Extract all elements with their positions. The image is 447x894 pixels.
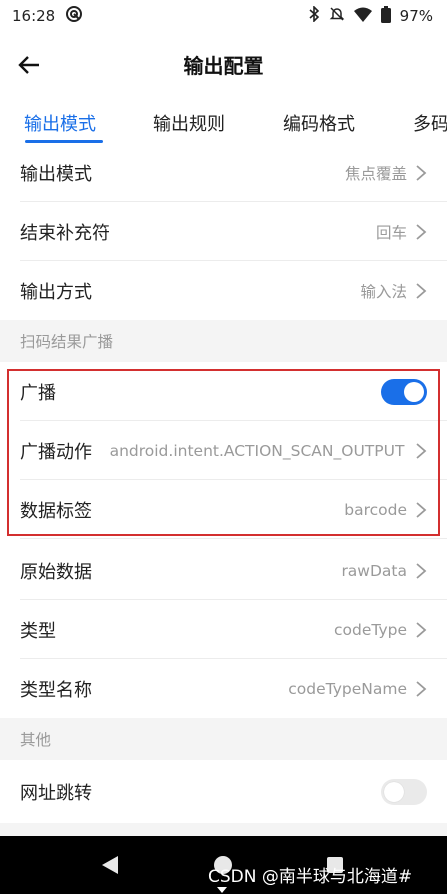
url-jump-row[interactable]: 网址跳转 (0, 761, 447, 823)
page-title: 输出配置 (183, 53, 264, 78)
output-method-row[interactable]: 输出方式 输入法 (0, 261, 447, 320)
code-type-row[interactable]: 类型 codeType (0, 600, 447, 659)
mute-icon (329, 6, 345, 26)
row-value: 回车 (375, 223, 407, 242)
row-label: 广播 (20, 382, 56, 404)
tab-output-rules[interactable]: 输出规则 (153, 110, 225, 136)
code-type-name-row[interactable]: 类型名称 codeTypeName (0, 659, 447, 718)
tab-bar: 输出模式 输出规则 编码格式 多码 (0, 100, 447, 146)
url-jump-toggle[interactable] (381, 779, 427, 805)
back-button[interactable] (14, 50, 44, 80)
broadcast-row[interactable]: 广播 (0, 362, 447, 421)
sync-icon (65, 5, 83, 27)
row-value: 输入法 (360, 282, 407, 301)
row-label: 结束补充符 (20, 222, 110, 244)
output-mode-row[interactable]: 输出模式 焦点覆盖 (0, 143, 447, 202)
row-value: 焦点覆盖 (344, 164, 407, 183)
tab-encoding-format[interactable]: 编码格式 (283, 110, 355, 136)
row-value: codeTypeName (288, 679, 407, 698)
status-bar: 16:28 97% (0, 0, 447, 32)
chevron-right-icon (416, 223, 427, 240)
chevron-right-icon (416, 562, 427, 579)
row-label: 数据标签 (20, 500, 92, 522)
section-header-broadcast: 扫码结果广播 (0, 320, 447, 362)
wifi-icon (353, 7, 372, 26)
row-label: 类型 (20, 620, 56, 642)
tab-output-mode[interactable]: 输出模式 (24, 110, 96, 136)
data-tag-row[interactable]: 数据标签 barcode (0, 480, 447, 539)
end-suffix-row[interactable]: 结束补充符 回车 (0, 202, 447, 261)
raw-data-row[interactable]: 原始数据 rawData (0, 541, 447, 600)
row-value: android.intent.ACTION_SCAN_OUTPUT (109, 441, 405, 460)
section-header-other: 其他 (0, 718, 447, 760)
row-label: 类型名称 (20, 679, 92, 701)
row-value: barcode (344, 500, 407, 519)
row-label: 输出方式 (20, 281, 92, 303)
row-label: 广播动作 (20, 441, 92, 463)
row-label: 网址跳转 (20, 783, 92, 804)
chevron-right-icon (416, 680, 427, 697)
watermark-text: CSDN @南半球与北海道# (208, 867, 413, 887)
app-bar: 输出配置 (0, 34, 447, 94)
keyboard-caret-icon (217, 887, 227, 893)
chevron-right-icon (416, 282, 427, 299)
row-value: codeType (334, 620, 407, 639)
broadcast-action-row[interactable]: 广播动作 android.intent.ACTION_SCAN_OUTPUT (0, 421, 447, 480)
battery-percent: 97% (399, 7, 433, 25)
bottom-spacer (0, 823, 447, 836)
row-value: rawData (341, 561, 407, 580)
arrow-left-icon (18, 56, 39, 74)
tab-multi-code[interactable]: 多码 (413, 110, 447, 136)
row-label: 输出模式 (20, 163, 92, 185)
chevron-right-icon (416, 621, 427, 638)
chevron-right-icon (416, 501, 427, 518)
back-triangle-icon[interactable] (101, 855, 119, 875)
toggle-knob (404, 381, 424, 402)
broadcast-toggle[interactable] (381, 378, 427, 405)
chevron-right-icon (416, 164, 427, 181)
toggle-knob (384, 782, 404, 802)
chevron-right-icon (416, 442, 427, 459)
status-time: 16:28 (12, 7, 56, 25)
battery-icon (380, 5, 391, 27)
bluetooth-icon (308, 5, 320, 26)
row-label: 原始数据 (20, 561, 92, 583)
